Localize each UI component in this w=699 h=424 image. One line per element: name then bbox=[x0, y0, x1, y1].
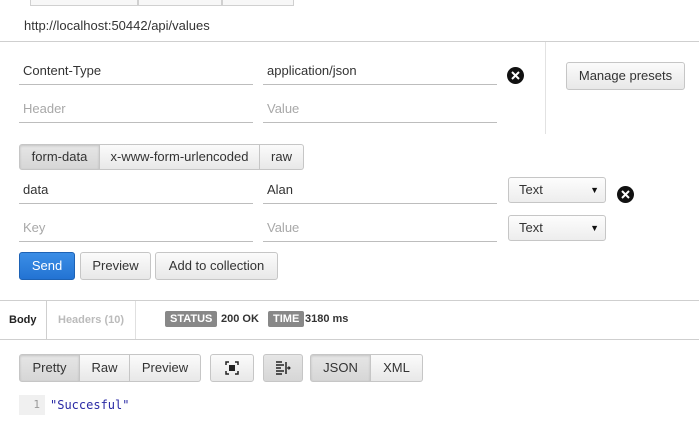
header-value-field[interactable] bbox=[263, 61, 497, 85]
url-input[interactable] bbox=[24, 18, 684, 33]
form-type-new-value: Text bbox=[519, 220, 543, 235]
response-tab-body[interactable]: Body bbox=[0, 301, 47, 339]
code-text: "Succesful" bbox=[50, 398, 130, 412]
format-xml[interactable]: XML bbox=[371, 354, 423, 382]
view-pretty[interactable]: Pretty bbox=[19, 354, 80, 382]
wrap-lines-button[interactable] bbox=[263, 354, 303, 382]
form-type-new-select[interactable]: Text ▼ bbox=[508, 215, 606, 241]
form-key-new-field[interactable] bbox=[19, 218, 253, 242]
response-bar: Body Headers (10) STATUS 200 OK TIME 318… bbox=[0, 300, 699, 340]
remove-header-icon[interactable] bbox=[507, 67, 524, 84]
code-line: 1 "Succesful" bbox=[19, 395, 679, 415]
status-badge: STATUS bbox=[165, 311, 218, 327]
wrap-lines-icon bbox=[276, 361, 291, 375]
fullscreen-icon bbox=[225, 361, 239, 375]
send-button[interactable]: Send bbox=[19, 252, 75, 280]
close-icon bbox=[511, 71, 520, 80]
header-value-new-field[interactable] bbox=[263, 99, 497, 123]
status-value: 200 OK bbox=[221, 313, 259, 325]
mode-raw[interactable]: raw bbox=[260, 144, 304, 170]
fullscreen-button[interactable] bbox=[210, 354, 254, 382]
time-value: 3180 ms bbox=[305, 313, 349, 325]
chevron-down-icon: ▼ bbox=[590, 185, 599, 195]
response-tab-headers[interactable]: Headers (10) bbox=[48, 301, 136, 339]
header-key-field[interactable] bbox=[19, 61, 253, 85]
add-to-collection-button[interactable]: Add to collection bbox=[155, 252, 278, 280]
divider bbox=[545, 42, 546, 134]
manage-presets-button[interactable]: Manage presets bbox=[566, 62, 685, 90]
remove-form-row-icon[interactable] bbox=[617, 186, 634, 203]
time-badge: TIME bbox=[268, 311, 305, 327]
mode-x-www-form-urlencoded[interactable]: x-www-form-urlencoded bbox=[100, 144, 260, 170]
form-type-value: Text bbox=[519, 182, 543, 197]
view-raw[interactable]: Raw bbox=[80, 354, 130, 382]
url-bar bbox=[0, 0, 699, 42]
form-key-field[interactable] bbox=[19, 180, 253, 204]
form-type-select[interactable]: Text ▼ bbox=[508, 177, 606, 203]
form-value-field[interactable] bbox=[263, 180, 497, 204]
view-preview[interactable]: Preview bbox=[130, 354, 201, 382]
format-json[interactable]: JSON bbox=[310, 354, 371, 382]
chevron-down-icon: ▼ bbox=[590, 223, 599, 233]
close-icon bbox=[621, 190, 630, 199]
form-value-new-field[interactable] bbox=[263, 218, 497, 242]
line-number: 1 bbox=[19, 395, 45, 415]
preview-button[interactable]: Preview bbox=[80, 252, 151, 280]
header-key-new-field[interactable] bbox=[19, 99, 253, 123]
mode-form-data[interactable]: form-data bbox=[19, 144, 100, 170]
